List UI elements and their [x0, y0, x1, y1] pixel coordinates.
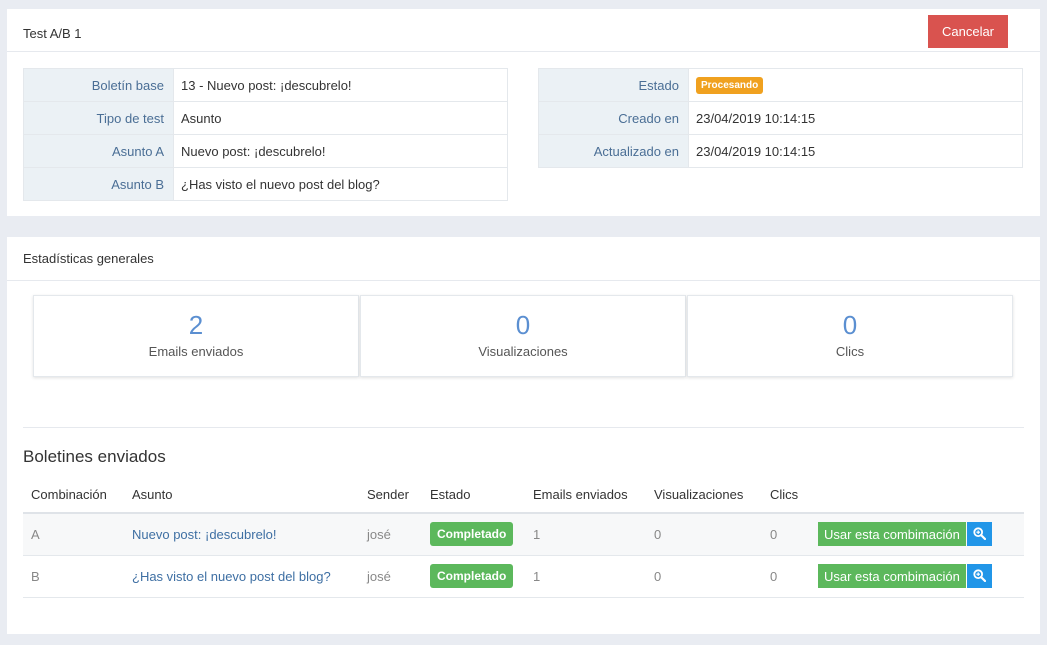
stat-label: Emails enviados: [148, 344, 244, 359]
view-details-button[interactable]: [966, 564, 992, 588]
subject-link[interactable]: Nuevo post: ¡descubrelo!: [132, 527, 277, 542]
test-status-table: Estado Procesando Creado en 23/04/2019 1…: [538, 68, 1023, 168]
label-base-newsletter: Boletín base: [23, 68, 174, 102]
stat-clicks: 0 Clics: [687, 295, 1013, 377]
cell-actions: Usar esta combimación: [810, 555, 1024, 598]
cell-emails-sent: 1: [525, 513, 646, 556]
stat-label: Clics: [835, 344, 865, 359]
cell-combination: A: [23, 513, 124, 556]
row-created: Creado en 23/04/2019 10:14:15: [538, 101, 1023, 135]
label-status: Estado: [538, 68, 689, 102]
cell-clicks: 0: [762, 555, 810, 598]
table-header: Combinación Asunto Sender Estado Emails …: [23, 477, 1024, 514]
col-actions: [810, 477, 1024, 514]
panel-title: Estadísticas generales: [7, 237, 1040, 281]
col-clicks: Clics: [762, 477, 810, 514]
cell-views: 0: [646, 555, 762, 598]
value-test-type: Asunto: [173, 101, 508, 135]
cancel-button[interactable]: Cancelar: [928, 15, 1008, 48]
row-subject-a: Asunto A Nuevo post: ¡descubrelo!: [23, 134, 508, 168]
zoom-in-icon: [973, 527, 986, 541]
cell-combination: B: [23, 555, 124, 598]
label-updated: Actualizado en: [538, 134, 689, 168]
status-badge: Procesando: [696, 77, 764, 94]
use-combination-button[interactable]: Usar esta combimación: [818, 564, 966, 588]
stat-label: Visualizaciones: [478, 344, 568, 359]
col-status: Estado: [422, 477, 525, 514]
status-badge: Completado: [430, 564, 514, 588]
value-base-newsletter: 13 - Nuevo post: ¡descubrelo!: [173, 68, 508, 102]
table-row: A Nuevo post: ¡descubrelo! josé Completa…: [23, 513, 1024, 556]
cell-clicks: 0: [762, 513, 810, 556]
use-combination-button[interactable]: Usar esta combimación: [818, 522, 966, 547]
row-test-type: Tipo de test Asunto: [23, 101, 508, 135]
value-updated: 23/04/2019 10:14:15: [688, 134, 1023, 168]
sent-newsletters-table: Combinación Asunto Sender Estado Emails …: [23, 477, 1024, 598]
label-created: Creado en: [538, 101, 689, 135]
test-info-panel: Test A/B 1 Cancelar Boletín base 13 - Nu…: [7, 9, 1040, 216]
table-row: B ¿Has visto el nuevo post del blog? jos…: [23, 555, 1024, 598]
stat-value: 0: [842, 310, 858, 340]
col-subject: Asunto: [124, 477, 359, 514]
cell-views: 0: [646, 513, 762, 556]
row-status: Estado Procesando: [538, 68, 1023, 102]
stat-value: 2: [188, 310, 204, 340]
divider: [23, 427, 1024, 428]
col-combination: Combinación: [23, 477, 124, 514]
status-badge: Completado: [430, 522, 514, 547]
subject-link[interactable]: ¿Has visto el nuevo post del blog?: [132, 569, 331, 584]
value-created: 23/04/2019 10:14:15: [688, 101, 1023, 135]
stats-summary: 2 Emails enviados 0 Visualizaciones 0 Cl…: [33, 295, 1014, 377]
cell-sender: josé: [359, 555, 422, 598]
col-sender: Sender: [359, 477, 422, 514]
stats-panel: Estadísticas generales 2 Emails enviados…: [7, 237, 1040, 634]
panel-title: Test A/B 1: [7, 9, 1040, 52]
row-base-newsletter: Boletín base 13 - Nuevo post: ¡descubrel…: [23, 68, 508, 102]
label-test-type: Tipo de test: [23, 101, 174, 135]
row-updated: Actualizado en 23/04/2019 10:14:15: [538, 134, 1023, 168]
value-subject-b: ¿Has visto el nuevo post del blog?: [173, 167, 508, 201]
stat-value: 0: [515, 310, 531, 340]
cell-actions: Usar esta combimación: [810, 513, 1024, 556]
label-subject-a: Asunto A: [23, 134, 174, 168]
stat-emails-sent: 2 Emails enviados: [33, 295, 359, 377]
row-subject-b: Asunto B ¿Has visto el nuevo post del bl…: [23, 167, 508, 201]
cell-sender: josé: [359, 513, 422, 556]
test-details-table: Boletín base 13 - Nuevo post: ¡descubrel…: [23, 68, 508, 201]
col-views: Visualizaciones: [646, 477, 762, 514]
zoom-in-icon: [973, 569, 986, 582]
label-subject-b: Asunto B: [23, 167, 174, 201]
stat-views: 0 Visualizaciones: [360, 295, 686, 377]
cell-emails-sent: 1: [525, 555, 646, 598]
sent-newsletters-title: Boletines enviados: [23, 447, 166, 466]
col-emails-sent: Emails enviados: [525, 477, 646, 514]
value-subject-a: Nuevo post: ¡descubrelo!: [173, 134, 508, 168]
view-details-button[interactable]: [966, 522, 992, 547]
